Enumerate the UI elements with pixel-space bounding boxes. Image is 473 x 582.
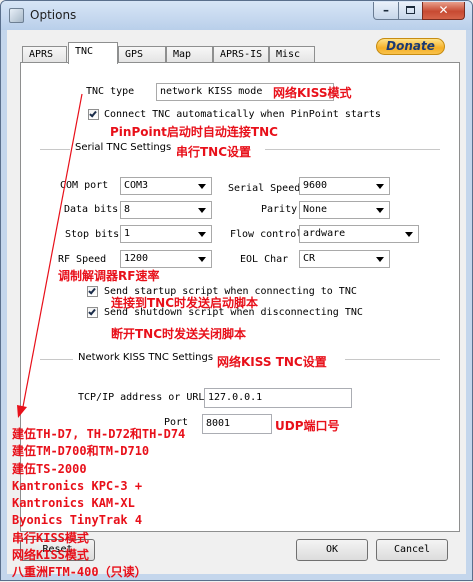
list-item: 建伍TS-2000 — [12, 461, 87, 476]
startup-script-checkbox[interactable] — [87, 286, 98, 297]
list-item: 网络KISS模式 — [12, 548, 89, 563]
serial-speed-label: Serial Speed — [228, 183, 301, 194]
shutdown-script-checkbox[interactable] — [87, 307, 98, 318]
annotation-network-group: 网络KISS TNC设置 — [217, 355, 327, 369]
cancel-button[interactable]: Cancel — [376, 539, 448, 561]
auto-connect-checkbox[interactable] — [88, 109, 99, 120]
separator — [40, 359, 73, 361]
list-item: Byonics TinyTrak 4 — [12, 513, 143, 528]
network-group-label: Network KISS TNC Settings — [78, 352, 214, 363]
port-input[interactable]: 8001 — [202, 414, 272, 434]
parity-select[interactable]: None — [299, 201, 390, 219]
ok-button[interactable]: OK — [296, 539, 368, 561]
chevron-down-icon — [405, 232, 413, 237]
serial-group-label: Serial TNC Settings — [75, 142, 172, 153]
parity-label: Parity — [261, 204, 298, 215]
list-item: 建伍TM-D700和TM-D710 — [12, 444, 150, 459]
chevron-down-icon — [376, 208, 384, 213]
serial-speed-value: 9600 — [303, 180, 328, 191]
tab-tnc[interactable]: TNC — [68, 42, 118, 64]
window-title: Options — [30, 8, 77, 22]
stop-bits-select[interactable]: 1 — [120, 225, 212, 243]
tab-map[interactable]: Map — [166, 46, 213, 63]
maximize-button[interactable] — [398, 2, 423, 20]
annotation-auto-connect: PinPoint启动时自动连接TNC — [110, 125, 278, 139]
check-mark-icon — [88, 286, 96, 295]
maximize-icon — [406, 6, 415, 14]
list-item: Kantronics KAM-XL — [12, 496, 135, 511]
list-item: Kantronics KPC-3 + — [12, 478, 143, 493]
tcpip-label: TCP/IP address or URL — [78, 392, 205, 403]
separator — [40, 149, 70, 151]
close-button[interactable]: ✕ — [422, 2, 465, 20]
stop-bits-label: Stop bits — [65, 229, 120, 240]
stop-bits-value: 1 — [124, 228, 131, 239]
rf-speed-label: RF Speed — [58, 254, 107, 265]
donate-button[interactable]: Donate — [376, 38, 445, 55]
separator — [265, 149, 440, 151]
chevron-down-icon — [376, 184, 384, 189]
annotation-rf-speed: 调制解调器RF速率 — [58, 269, 160, 283]
rf-speed-select[interactable]: 1200 — [120, 250, 212, 268]
serial-speed-select[interactable]: 9600 — [299, 177, 390, 195]
annotation-tnc-type-options: 建伍TH-D7, TH-D72和TH-D74 建伍TM-D700和TM-D710… — [12, 426, 185, 582]
tab-gps[interactable]: GPS — [118, 46, 166, 63]
tab-aprs-is[interactable]: APRS-IS — [213, 46, 269, 63]
eol-char-select[interactable]: CR — [299, 250, 390, 268]
chevron-down-icon — [198, 208, 206, 213]
rf-speed-value: 1200 — [124, 253, 149, 264]
eol-char-label: EOL Char — [240, 254, 289, 265]
auto-connect-label: Connect TNC automatically when PinPoint … — [104, 109, 381, 120]
tnc-type-value: network KISS mode — [160, 86, 263, 97]
data-bits-value: 8 — [124, 204, 131, 215]
list-item: 建伍TH-D7, TH-D72和TH-D74 — [12, 427, 186, 441]
flow-control-label: Flow control — [230, 229, 303, 240]
com-port-label: COM port — [60, 180, 109, 191]
annotation-port: UDP端口号 — [275, 419, 340, 433]
check-mark-icon — [89, 109, 97, 118]
separator — [345, 359, 440, 361]
annotation-shutdown-script: 断开TNC时发送关闭脚本 — [111, 327, 247, 341]
annotation-tnc-type: 网络KISS模式 — [273, 86, 352, 100]
list-item: 串行KISS模式 — [12, 530, 89, 545]
app-icon — [9, 8, 24, 23]
minimize-button[interactable]: – — [373, 2, 399, 20]
tcpip-input[interactable]: 127.0.0.1 — [204, 388, 352, 408]
title-bar[interactable]: Options – ✕ — [1, 1, 472, 30]
tab-misc[interactable]: Misc — [269, 46, 315, 63]
chevron-down-icon — [198, 184, 206, 189]
data-bits-label: Data bits — [64, 204, 119, 215]
annotation-startup-script: 连接到TNC时发送启动脚本 — [111, 296, 259, 310]
tnc-type-label: TNC type — [86, 86, 135, 97]
flow-control-select[interactable]: ardware — [299, 225, 419, 243]
chevron-down-icon — [198, 257, 206, 262]
flow-control-value: ardware — [303, 228, 346, 239]
eol-char-value: CR — [303, 253, 316, 264]
chevron-down-icon — [376, 257, 384, 262]
list-item: 八重洲FTM-400（只读） — [12, 565, 147, 580]
tab-aprs[interactable]: APRS — [22, 46, 67, 63]
annotation-serial-group: 串行TNC设置 — [176, 145, 252, 159]
com-port-value: COM3 — [124, 180, 149, 191]
chevron-down-icon — [198, 232, 206, 237]
parity-value: None — [303, 204, 328, 215]
data-bits-select[interactable]: 8 — [120, 201, 212, 219]
com-port-select[interactable]: COM3 — [120, 177, 212, 195]
check-mark-icon — [88, 307, 96, 316]
